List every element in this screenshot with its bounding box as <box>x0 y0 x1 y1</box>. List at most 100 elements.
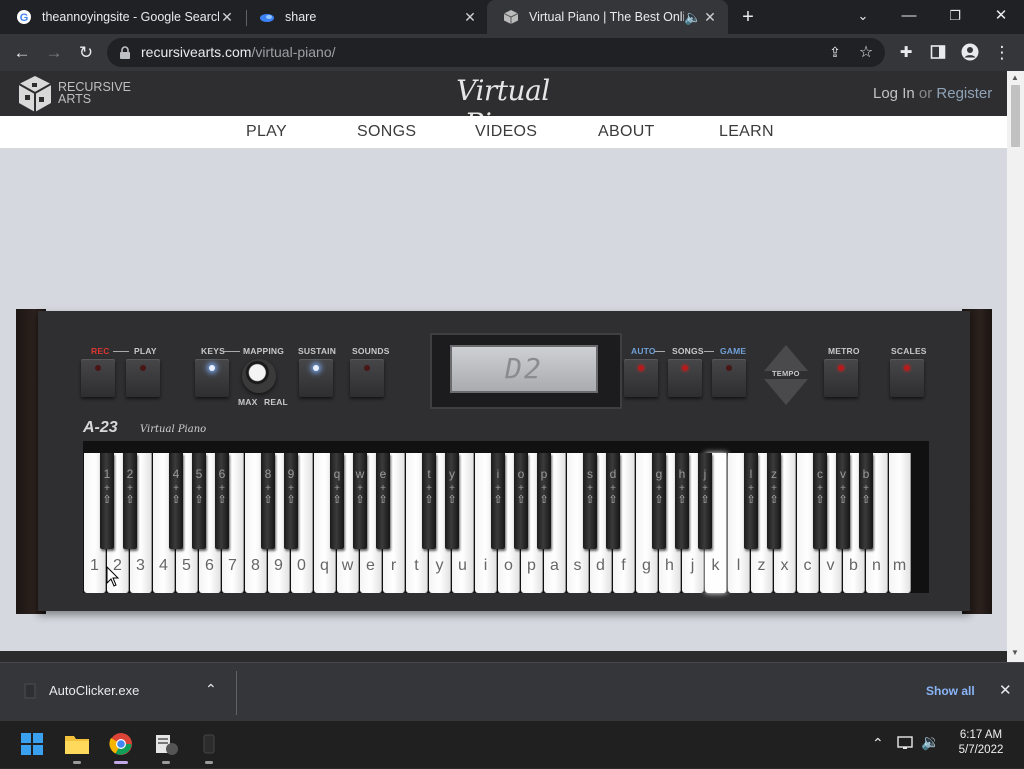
chevron-up-icon[interactable]: ⌃ <box>205 681 217 698</box>
nav-about[interactable]: ABOUT <box>598 116 655 148</box>
close-download-bar-icon[interactable]: ✕ <box>999 681 1012 699</box>
bookmark-star-icon[interactable]: ☆ <box>850 38 882 67</box>
black-key-z[interactable]: z + ⇧ <box>767 453 781 549</box>
songs-button[interactable] <box>668 359 702 397</box>
speaker-icon[interactable]: 🔈 <box>684 9 701 25</box>
address-bar[interactable]: recursivearts.com/virtual-piano/ ⇪ ☆ <box>107 38 885 67</box>
black-key-2[interactable]: 2 + ⇧ <box>123 453 137 549</box>
tempo-down-arrow[interactable] <box>764 379 808 405</box>
tab-share[interactable]: share ✕ <box>243 0 488 34</box>
share-app-icon <box>260 14 274 22</box>
game-label: GAME <box>720 346 747 356</box>
key-label: m <box>892 557 907 574</box>
black-key-b[interactable]: b + ⇧ <box>859 453 873 549</box>
close-icon[interactable]: ✕ <box>462 9 478 25</box>
brand-name[interactable]: RECURSIVE ARTS <box>58 81 131 106</box>
svg-text:G: G <box>20 12 29 24</box>
black-key-e[interactable]: e + ⇧ <box>376 453 390 549</box>
key-label: g <box>642 557 651 574</box>
close-icon[interactable]: ✕ <box>219 9 235 25</box>
key-label: 8 <box>264 467 272 481</box>
black-key-i[interactable]: i + ⇧ <box>491 453 505 549</box>
download-filename[interactable]: AutoClicker.exe <box>49 683 139 698</box>
nav-play[interactable]: PLAY <box>246 116 287 148</box>
restore-button[interactable]: ❐ <box>932 0 978 34</box>
login-link[interactable]: Log In <box>873 85 915 102</box>
back-icon[interactable]: ← <box>6 34 38 71</box>
black-key-y[interactable]: y + ⇧ <box>445 453 459 549</box>
register-link[interactable]: Register <box>936 85 992 102</box>
black-key-w[interactable]: w + ⇧ <box>353 453 367 549</box>
tab-google-search[interactable]: G theannoyingsite - Google Search ✕ <box>0 0 245 34</box>
tab-search-chevron-icon[interactable]: ⌄ <box>840 0 886 34</box>
nav-videos[interactable]: VIDEOS <box>475 116 537 148</box>
app-running-indicator <box>162 761 170 764</box>
black-key-1[interactable]: 1 + ⇧ <box>100 453 114 549</box>
auto-button[interactable] <box>624 359 658 397</box>
system-clock[interactable]: 6:17 AM 5/7/2022 <box>948 728 1014 758</box>
black-key-5[interactable]: 5 + ⇧ <box>192 453 206 549</box>
recursive-arts-logo-icon[interactable] <box>17 75 53 113</box>
tab-virtual-piano[interactable]: Virtual Piano | The Best Onlin 🔈 ✕ <box>487 0 728 34</box>
tray-chevron-up-icon[interactable]: ⌃ <box>872 735 884 752</box>
reload-icon[interactable]: ↻ <box>70 34 102 71</box>
rec-button[interactable] <box>81 359 115 397</box>
close-icon[interactable]: ✕ <box>702 9 718 25</box>
sounds-button[interactable] <box>350 359 384 397</box>
file-explorer-icon[interactable] <box>60 727 94 764</box>
black-key-l[interactable]: l + ⇧ <box>744 453 758 549</box>
white-key-m[interactable]: m <box>889 453 911 593</box>
scroll-up-arrow-icon[interactable]: ▲ <box>1011 73 1019 82</box>
side-panel-icon[interactable] <box>922 34 954 71</box>
close-window-button[interactable]: ✕ <box>978 0 1024 34</box>
kebab-menu-icon[interactable]: ⋮ <box>986 34 1018 71</box>
black-key-d[interactable]: d + ⇧ <box>606 453 620 549</box>
key-label: g <box>655 467 663 481</box>
black-key-o[interactable]: o + ⇧ <box>514 453 528 549</box>
forward-icon[interactable]: → <box>38 34 70 71</box>
black-key-h[interactable]: h + ⇧ <box>675 453 689 549</box>
url-text[interactable]: recursivearts.com/virtual-piano/ <box>141 38 336 67</box>
share-icon[interactable]: ⇪ <box>819 38 851 67</box>
black-key-c[interactable]: c + ⇧ <box>813 453 827 549</box>
page-scrollbar[interactable]: ▲ ▼ <box>1007 71 1024 662</box>
nav-learn[interactable]: LEARN <box>719 116 774 148</box>
minimize-button[interactable]: — <box>886 0 932 34</box>
key-label: q <box>333 467 341 481</box>
show-all-button[interactable]: Show all <box>926 684 975 698</box>
key-label: c <box>803 557 812 574</box>
black-key-t[interactable]: t + ⇧ <box>422 453 436 549</box>
black-key-p[interactable]: p + ⇧ <box>537 453 551 549</box>
extensions-puzzle-icon[interactable]: ✚ <box>890 34 922 71</box>
scrollbar-thumb[interactable] <box>1011 85 1020 147</box>
black-key-s[interactable]: s + ⇧ <box>583 453 597 549</box>
black-key-8[interactable]: 8 + ⇧ <box>261 453 275 549</box>
nav-songs[interactable]: SONGS <box>357 116 416 148</box>
lock-icon <box>120 46 130 59</box>
black-key-6[interactable]: 6 + ⇧ <box>215 453 229 549</box>
keys-button[interactable] <box>195 359 229 397</box>
black-key-4[interactable]: 4 + ⇧ <box>169 453 183 549</box>
black-key-j[interactable]: j + ⇧ <box>698 453 712 549</box>
autoclicker-app-icon[interactable] <box>149 727 183 764</box>
network-icon[interactable] <box>897 735 915 753</box>
black-key-v[interactable]: v + ⇧ <box>836 453 850 549</box>
black-key-q[interactable]: q + ⇧ <box>330 453 344 549</box>
black-key-9[interactable]: 9 + ⇧ <box>284 453 298 549</box>
rec-led <box>95 365 101 371</box>
tempo-up-arrow[interactable] <box>764 345 808 371</box>
new-tab-button[interactable]: + <box>736 4 760 30</box>
volume-icon[interactable]: 🔉 <box>921 733 940 751</box>
game-button[interactable] <box>712 359 746 397</box>
chrome-icon[interactable] <box>104 727 138 764</box>
black-key-g[interactable]: g + ⇧ <box>652 453 666 549</box>
app-icon[interactable] <box>192 727 226 764</box>
scales-button[interactable] <box>890 359 924 397</box>
windows-start-icon[interactable] <box>15 727 49 761</box>
metro-button[interactable] <box>824 359 858 397</box>
profile-avatar-icon[interactable] <box>954 34 986 71</box>
play-button[interactable] <box>126 359 160 397</box>
mapping-knob[interactable] <box>242 359 276 393</box>
scroll-down-arrow-icon[interactable]: ▼ <box>1011 648 1019 657</box>
sustain-button[interactable] <box>299 359 333 397</box>
